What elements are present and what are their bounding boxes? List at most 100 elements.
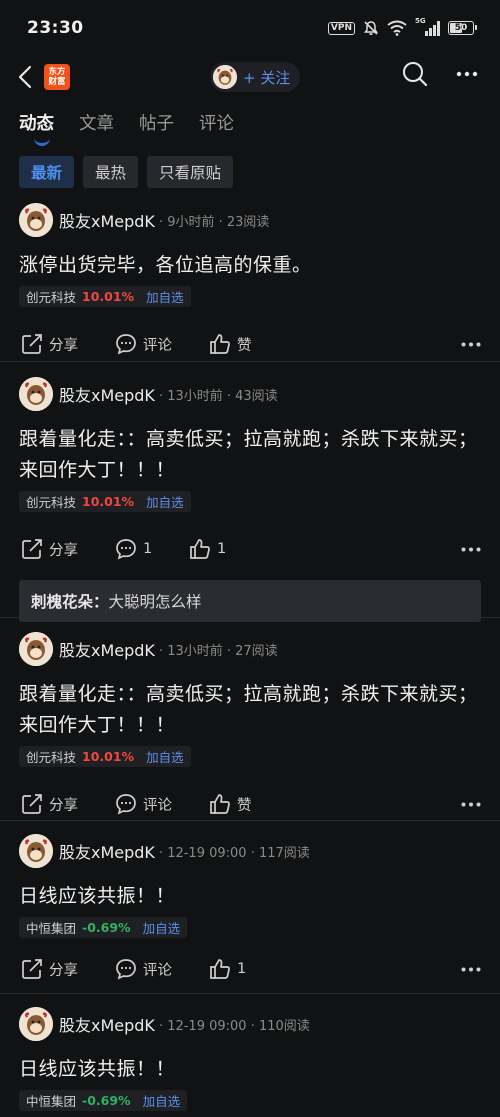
share-button[interactable]: 分享 xyxy=(21,954,78,984)
reply-user[interactable]: 刺槐花朵： xyxy=(31,590,109,612)
avatar[interactable] xyxy=(19,632,53,666)
like-button[interactable]: 赞 xyxy=(209,789,252,819)
comment-button[interactable]: 评论 xyxy=(115,954,172,984)
more-icon xyxy=(461,967,481,971)
chevron-left-icon xyxy=(18,65,32,89)
sort-filters: 最新 最热 只看原贴 xyxy=(0,156,500,188)
avatar[interactable] xyxy=(19,377,53,411)
vpn-icon: VPN xyxy=(327,21,355,35)
post-text[interactable]: 跟着量化走：：高卖低买；拉高就跑；杀跌下来就买；来回作大丁！！！ xyxy=(19,679,481,741)
user-name[interactable]: 股友xMepdK xyxy=(59,839,155,863)
stock-tag[interactable]: 中恒集团 -0.69% 加自选 xyxy=(19,917,188,938)
stock-name: 创元科技 xyxy=(26,750,77,765)
thumbs-up-icon xyxy=(210,959,230,979)
divider xyxy=(0,820,500,821)
share-button[interactable]: 分享 xyxy=(21,329,78,359)
stock-change: -0.69% xyxy=(82,1093,131,1108)
post-more-button[interactable] xyxy=(461,789,481,819)
comment-button[interactable]: 1 xyxy=(115,534,152,564)
post-item[interactable]: 股友xMepdK · 13小时前 · 27阅读 跟着量化走：：高卖低买；拉高就跑… xyxy=(0,632,500,819)
post-text[interactable]: 涨停出货完毕，各位追高的保重。 xyxy=(19,250,481,281)
back-button[interactable] xyxy=(18,64,38,90)
avatar[interactable] xyxy=(19,834,53,868)
more-icon[interactable] xyxy=(456,71,478,77)
stock-tag[interactable]: 中恒集团 -0.69% 加自选 xyxy=(19,1090,188,1111)
avatar[interactable] xyxy=(19,203,53,237)
user-name[interactable]: 股友xMepdK xyxy=(59,208,155,232)
like-button[interactable]: 1 xyxy=(209,954,246,984)
nav-bar: 东方 财富 + 关注 xyxy=(0,56,500,98)
stock-change: 10.01% xyxy=(82,494,135,509)
divider xyxy=(0,993,500,994)
stock-tag[interactable]: 创元科技 10.01% 加自选 xyxy=(19,746,191,767)
post-more-button[interactable] xyxy=(461,329,481,359)
divider xyxy=(0,617,500,618)
stock-tag[interactable]: 创元科技 10.01% 加自选 xyxy=(19,491,191,512)
stock-tag[interactable]: 创元科技 10.01% 加自选 xyxy=(19,286,191,307)
comment-button[interactable]: 评论 xyxy=(115,789,172,819)
filter-latest[interactable]: 最新 xyxy=(19,156,75,188)
tab-posts[interactable]: 帖子 xyxy=(139,110,174,135)
reply-preview[interactable]: 刺槐花朵： 大聪明怎么样 xyxy=(19,580,481,622)
post-meta: · 9小时前 · 23阅读 xyxy=(158,214,270,230)
stock-name: 创元科技 xyxy=(26,290,77,305)
tab-comments[interactable]: 评论 xyxy=(199,110,234,135)
stock-name: 中恒集团 xyxy=(26,1094,77,1109)
mute-bell-icon xyxy=(364,21,378,35)
comment-icon xyxy=(116,959,136,980)
stock-change: -0.69% xyxy=(82,920,131,935)
comment-icon xyxy=(116,794,136,815)
comment-button[interactable]: 评论 xyxy=(115,329,172,359)
content-tabs: 动态 文章 帖子 评论 xyxy=(0,98,500,146)
eastmoney-logo: 东方 财富 xyxy=(44,64,70,90)
follow-button[interactable]: + 关注 xyxy=(210,62,301,92)
add-watchlist-button[interactable]: 加自选 xyxy=(143,918,181,937)
like-button[interactable]: 赞 xyxy=(209,329,252,359)
share-icon xyxy=(22,539,42,559)
avatar[interactable] xyxy=(19,1007,53,1041)
battery-level: 50 xyxy=(454,23,468,33)
post-item[interactable]: 股友xMepdK · 9小时前 · 23阅读 涨停出货完毕，各位追高的保重。 创… xyxy=(0,203,500,359)
battery-icon: 50 xyxy=(448,21,477,35)
user-name[interactable]: 股友xMepdK xyxy=(59,637,155,661)
post-item[interactable]: 股友xMepdK · 12-19 09:00 · 117阅读 日线应该共振！！ … xyxy=(0,834,500,984)
user-name[interactable]: 股友xMepdK xyxy=(59,382,155,406)
share-button[interactable]: 分享 xyxy=(21,534,78,564)
tab-articles[interactable]: 文章 xyxy=(79,110,114,135)
thumbs-up-icon xyxy=(190,539,210,559)
search-icon[interactable] xyxy=(402,61,428,87)
filter-hottest[interactable]: 最热 xyxy=(83,156,139,188)
like-button[interactable]: 1 xyxy=(189,534,226,564)
post-actions: 分享 评论 赞 xyxy=(19,329,481,359)
status-bar: 23:30 VPN 5G 50 xyxy=(0,0,500,56)
post-meta: · 12-19 09:00 · 110阅读 xyxy=(158,1018,310,1034)
share-icon xyxy=(22,959,42,979)
status-icons: VPN 5G 50 xyxy=(327,17,477,36)
share-button[interactable]: 分享 xyxy=(21,789,78,819)
post-text[interactable]: 日线应该共振！！ xyxy=(19,1054,481,1085)
post-meta: · 12-19 09:00 · 117阅读 xyxy=(158,845,310,861)
share-icon xyxy=(22,334,42,354)
post-actions: 分享 评论 赞 xyxy=(19,789,481,819)
add-watchlist-button[interactable]: 加自选 xyxy=(146,492,184,511)
nav-actions xyxy=(402,61,478,87)
post-item[interactable]: 股友xMepdK · 12-19 09:00 · 110阅读 日线应该共振！！ … xyxy=(0,1007,500,1111)
stock-change: 10.01% xyxy=(82,749,135,764)
post-more-button[interactable] xyxy=(461,954,481,984)
user-name[interactable]: 股友xMepdK xyxy=(59,1012,155,1036)
add-watchlist-button[interactable]: 加自选 xyxy=(143,1091,181,1110)
reply-text: 大聪明怎么样 xyxy=(108,593,202,611)
tab-dynamic[interactable]: 动态 xyxy=(19,110,54,135)
post-text[interactable]: 日线应该共振！！ xyxy=(19,881,481,912)
post-text[interactable]: 跟着量化走：：高卖低买；拉高就跑；杀跌下来就买；来回作大丁！！！ xyxy=(19,424,481,486)
filter-original-only[interactable]: 只看原贴 xyxy=(147,156,234,188)
divider xyxy=(0,361,500,362)
status-time: 23:30 xyxy=(27,18,84,38)
add-watchlist-button[interactable]: 加自选 xyxy=(146,287,184,306)
add-watchlist-button[interactable]: 加自选 xyxy=(146,747,184,766)
signal-icon: 5G xyxy=(415,17,440,36)
post-item[interactable]: 股友xMepdK · 13小时前 · 43阅读 跟着量化走：：高卖低买；拉高就跑… xyxy=(0,377,500,622)
post-more-button[interactable] xyxy=(461,534,481,564)
post-actions: 分享 1 1 xyxy=(19,534,481,564)
more-icon xyxy=(461,802,481,806)
